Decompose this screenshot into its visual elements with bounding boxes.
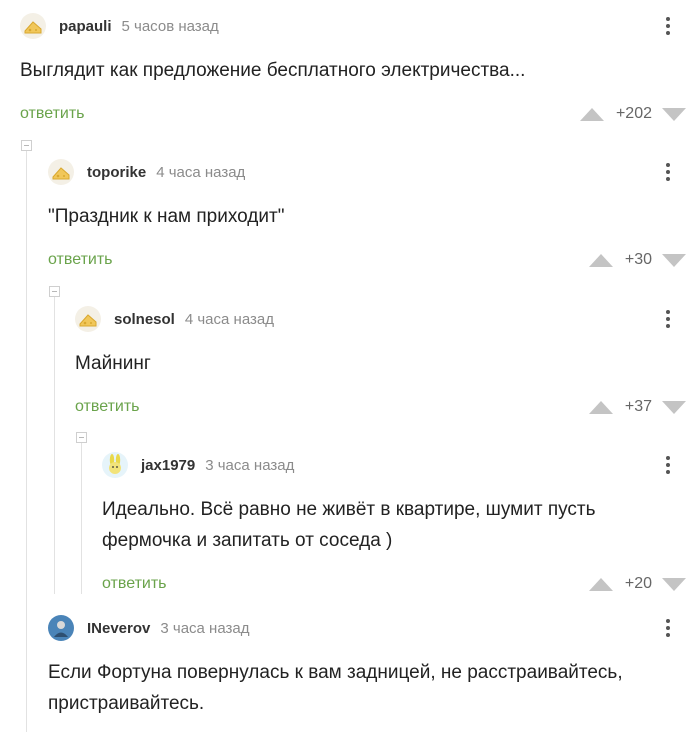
rating: +37 <box>624 398 652 415</box>
cheese-avatar[interactable] <box>75 306 101 332</box>
cheese-avatar[interactable] <box>20 13 46 39</box>
vote-controls: +37 <box>588 392 686 422</box>
thread-line <box>81 438 82 594</box>
reply-button[interactable]: ответить <box>48 251 113 269</box>
vote-controls: +202 <box>579 99 686 129</box>
comment-footer: ответить +20 <box>102 569 686 599</box>
username[interactable]: papauli <box>59 18 112 35</box>
man-avatar[interactable] <box>48 615 74 641</box>
comment: papauli 5 часов назад Выглядит как предл… <box>20 12 686 129</box>
reply-button[interactable]: ответить <box>102 575 167 593</box>
more-vertical-icon[interactable] <box>658 451 678 479</box>
comment-text: Идеально. Всё равно не живёт в квартире,… <box>102 499 596 551</box>
comment-text: "Праздник к нам приходит" <box>48 206 285 227</box>
comment-header: solnesol 4 часа назад <box>75 305 686 333</box>
comment-footer: ответить +37 <box>75 392 686 422</box>
rating: +202 <box>615 105 652 122</box>
comment-text: Если Фортуна повернулась к вам задницей,… <box>48 662 623 714</box>
downvote-arrow-icon[interactable] <box>662 400 686 414</box>
comment-footer: ответить +30 <box>48 245 686 275</box>
thread-line <box>54 292 55 594</box>
username[interactable]: jax1979 <box>141 457 195 474</box>
comment-time[interactable]: 3 часа назад <box>205 457 294 474</box>
reply-button[interactable]: ответить <box>75 398 140 416</box>
comment-text: Выглядит как предложение бесплатного эле… <box>20 60 526 81</box>
comment: toporike 4 часа назад "Праздник к нам пр… <box>48 158 686 275</box>
comment: jax1979 3 часа назад Идеально. Всё равно… <box>102 451 686 599</box>
upvote-arrow-icon[interactable] <box>588 253 613 267</box>
reply-button[interactable]: ответить <box>20 105 85 123</box>
cheese-avatar[interactable] <box>48 159 74 185</box>
upvote-arrow-icon[interactable] <box>579 107 604 121</box>
comment-time[interactable]: 4 часа назад <box>156 164 245 181</box>
comment-header: jax1979 3 часа назад <box>102 451 686 479</box>
comment: INeverov 3 часа назад Если Фортуна повер… <box>48 614 686 719</box>
comment-time[interactable]: 4 часа назад <box>185 311 274 328</box>
downvote-arrow-icon[interactable] <box>662 107 686 121</box>
more-vertical-icon[interactable] <box>658 12 678 40</box>
vote-controls: +20 <box>588 569 686 599</box>
vote-controls: +30 <box>588 245 686 275</box>
more-vertical-icon[interactable] <box>658 158 678 186</box>
username[interactable]: toporike <box>87 164 146 181</box>
comment-header: papauli 5 часов назад <box>20 12 686 40</box>
comment-time[interactable]: 5 часов назад <box>122 18 219 35</box>
downvote-arrow-icon[interactable] <box>662 253 686 267</box>
more-vertical-icon[interactable] <box>658 614 678 642</box>
username[interactable]: solnesol <box>114 311 175 328</box>
downvote-arrow-icon[interactable] <box>662 577 686 591</box>
collapse-thread-icon[interactable] <box>49 286 60 297</box>
collapse-thread-icon[interactable] <box>21 140 32 151</box>
more-vertical-icon[interactable] <box>658 305 678 333</box>
comment-footer: ответить +202 <box>20 99 686 129</box>
comment-text: Майнинг <box>75 353 151 374</box>
collapse-thread-icon[interactable] <box>76 432 87 443</box>
upvote-arrow-icon[interactable] <box>588 577 613 591</box>
rating: +30 <box>624 251 652 268</box>
bunny-avatar[interactable] <box>102 452 128 478</box>
comment-header: INeverov 3 часа назад <box>48 614 686 642</box>
comment: solnesol 4 часа назад Майнинг ответить +… <box>75 305 686 422</box>
comment-header: toporike 4 часа назад <box>48 158 686 186</box>
rating: +20 <box>624 575 652 592</box>
comment-time[interactable]: 3 часа назад <box>160 620 249 637</box>
thread-line <box>26 146 27 732</box>
username[interactable]: INeverov <box>87 620 150 637</box>
upvote-arrow-icon[interactable] <box>588 400 613 414</box>
